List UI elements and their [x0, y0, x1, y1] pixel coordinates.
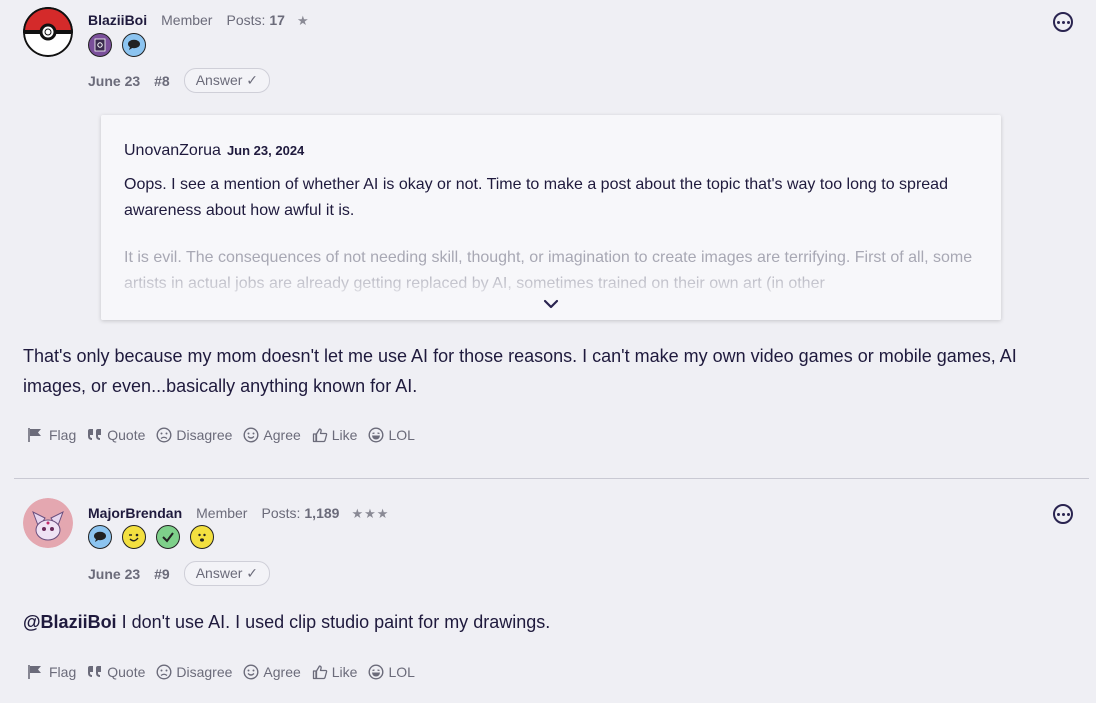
user-meta: BlaziiBoi Member Posts: 17 ★: [88, 12, 310, 29]
quote-date[interactable]: Jun 23, 2024: [227, 143, 304, 158]
laughing-face-icon: [368, 664, 384, 680]
quote-button[interactable]: Quote: [87, 664, 145, 680]
flag-icon: [28, 665, 41, 679]
post-8: BlaziiBoi Member Posts: 17 ★ June 23 #8 …: [0, 0, 1096, 478]
like-button[interactable]: Like: [312, 427, 358, 443]
rank-stars: ★★★: [351, 506, 390, 521]
disagree-face-icon: [156, 427, 172, 443]
speech-bubble-badge-icon[interactable]: [122, 33, 146, 57]
agree-face-icon: [243, 664, 259, 680]
laughing-face-icon: [368, 427, 384, 443]
post-actions: Flag Quote Disagree Agree Like LOL: [27, 664, 415, 680]
user-badges: [88, 525, 214, 549]
disagree-button[interactable]: Disagree: [156, 427, 232, 443]
thumbs-up-icon: [312, 665, 328, 680]
user-meta: MajorBrendan Member Posts: 1,189 ★★★: [88, 505, 389, 522]
quote-button[interactable]: Quote: [87, 427, 145, 443]
posts-count: 1,189: [304, 505, 340, 521]
speech-bubble-badge-icon[interactable]: [88, 525, 112, 549]
agree-face-icon: [243, 427, 259, 443]
smiling-face-badge-icon[interactable]: [190, 525, 214, 549]
lol-button[interactable]: LOL: [368, 427, 415, 443]
post-actions: Flag Quote Disagree Agree Like LOL: [27, 427, 415, 443]
user-role: Member: [196, 505, 248, 521]
winking-face-badge-icon[interactable]: [122, 525, 146, 549]
post-number[interactable]: #8: [154, 73, 170, 89]
flag-label: Flag: [49, 427, 77, 443]
disagree-button[interactable]: Disagree: [156, 664, 232, 680]
quote-paragraph: Oops. I see a mention of whether AI is o…: [124, 176, 948, 219]
agree-label: Agree: [263, 664, 301, 680]
flag-button[interactable]: Flag: [27, 427, 76, 443]
username[interactable]: MajorBrendan: [88, 505, 182, 521]
quote-author[interactable]: UnovanZorua: [124, 142, 221, 159]
notebook-badge-icon[interactable]: [88, 33, 112, 57]
post-dateline: June 23 #9 Answer ✓: [88, 561, 271, 586]
like-label: Like: [331, 664, 358, 680]
flag-label: Flag: [49, 664, 77, 680]
like-button[interactable]: Like: [312, 664, 358, 680]
post-number[interactable]: #9: [154, 566, 170, 582]
agree-button[interactable]: Agree: [243, 664, 301, 680]
agree-button[interactable]: Agree: [243, 427, 301, 443]
user-badges: [88, 33, 146, 57]
post-body: @BlaziiBoi I don't use AI. I used clip s…: [23, 607, 1073, 637]
lol-label: LOL: [388, 664, 415, 680]
lol-button[interactable]: LOL: [368, 664, 415, 680]
disagree-label: Disagree: [176, 427, 233, 443]
disagree-face-icon: [156, 664, 172, 680]
answer-button[interactable]: Answer ✓: [183, 68, 271, 93]
quote-label: Quote: [107, 664, 146, 680]
posts-label: Posts:: [261, 505, 301, 521]
quote-icon: [88, 429, 102, 440]
post-menu-icon[interactable]: [1053, 12, 1073, 32]
avatar[interactable]: [23, 498, 73, 548]
post-dateline: June 23 #8 Answer ✓: [88, 68, 271, 93]
post-body-text: I don't use AI. I used clip studio paint…: [116, 612, 551, 632]
user-mention[interactable]: @BlaziiBoi: [23, 612, 117, 632]
quote-icon: [88, 666, 102, 677]
flag-button[interactable]: Flag: [27, 664, 76, 680]
thumbs-up-icon: [312, 428, 328, 443]
like-label: Like: [331, 427, 358, 443]
rank-stars: ★: [296, 13, 310, 28]
quote-label: Quote: [107, 427, 146, 443]
posts-count: 17: [269, 12, 285, 28]
flag-icon: [28, 428, 41, 442]
disagree-label: Disagree: [176, 664, 233, 680]
post-body: That's only because my mom doesn't let m…: [23, 346, 1017, 396]
post-menu-icon[interactable]: [1053, 504, 1073, 524]
posts-label: Posts:: [226, 12, 266, 28]
checkmark-badge-icon[interactable]: [156, 525, 180, 549]
username[interactable]: BlaziiBoi: [88, 12, 147, 28]
quote-block: UnovanZorua Jun 23, 2024 Oops. I see a me…: [101, 115, 1001, 320]
answer-button[interactable]: Answer ✓: [183, 561, 271, 586]
user-role: Member: [161, 12, 213, 28]
post-9: MajorBrendan Member Posts: 1,189 ★★★ Jun…: [0, 479, 1096, 703]
avatar[interactable]: [23, 7, 73, 57]
quote-header: UnovanZorua Jun 23, 2024: [124, 142, 304, 160]
lol-label: LOL: [388, 427, 415, 443]
post-date[interactable]: June 23: [88, 566, 140, 582]
chevron-down-icon[interactable]: [541, 294, 561, 314]
post-date[interactable]: June 23: [88, 73, 140, 89]
agree-label: Agree: [263, 427, 301, 443]
